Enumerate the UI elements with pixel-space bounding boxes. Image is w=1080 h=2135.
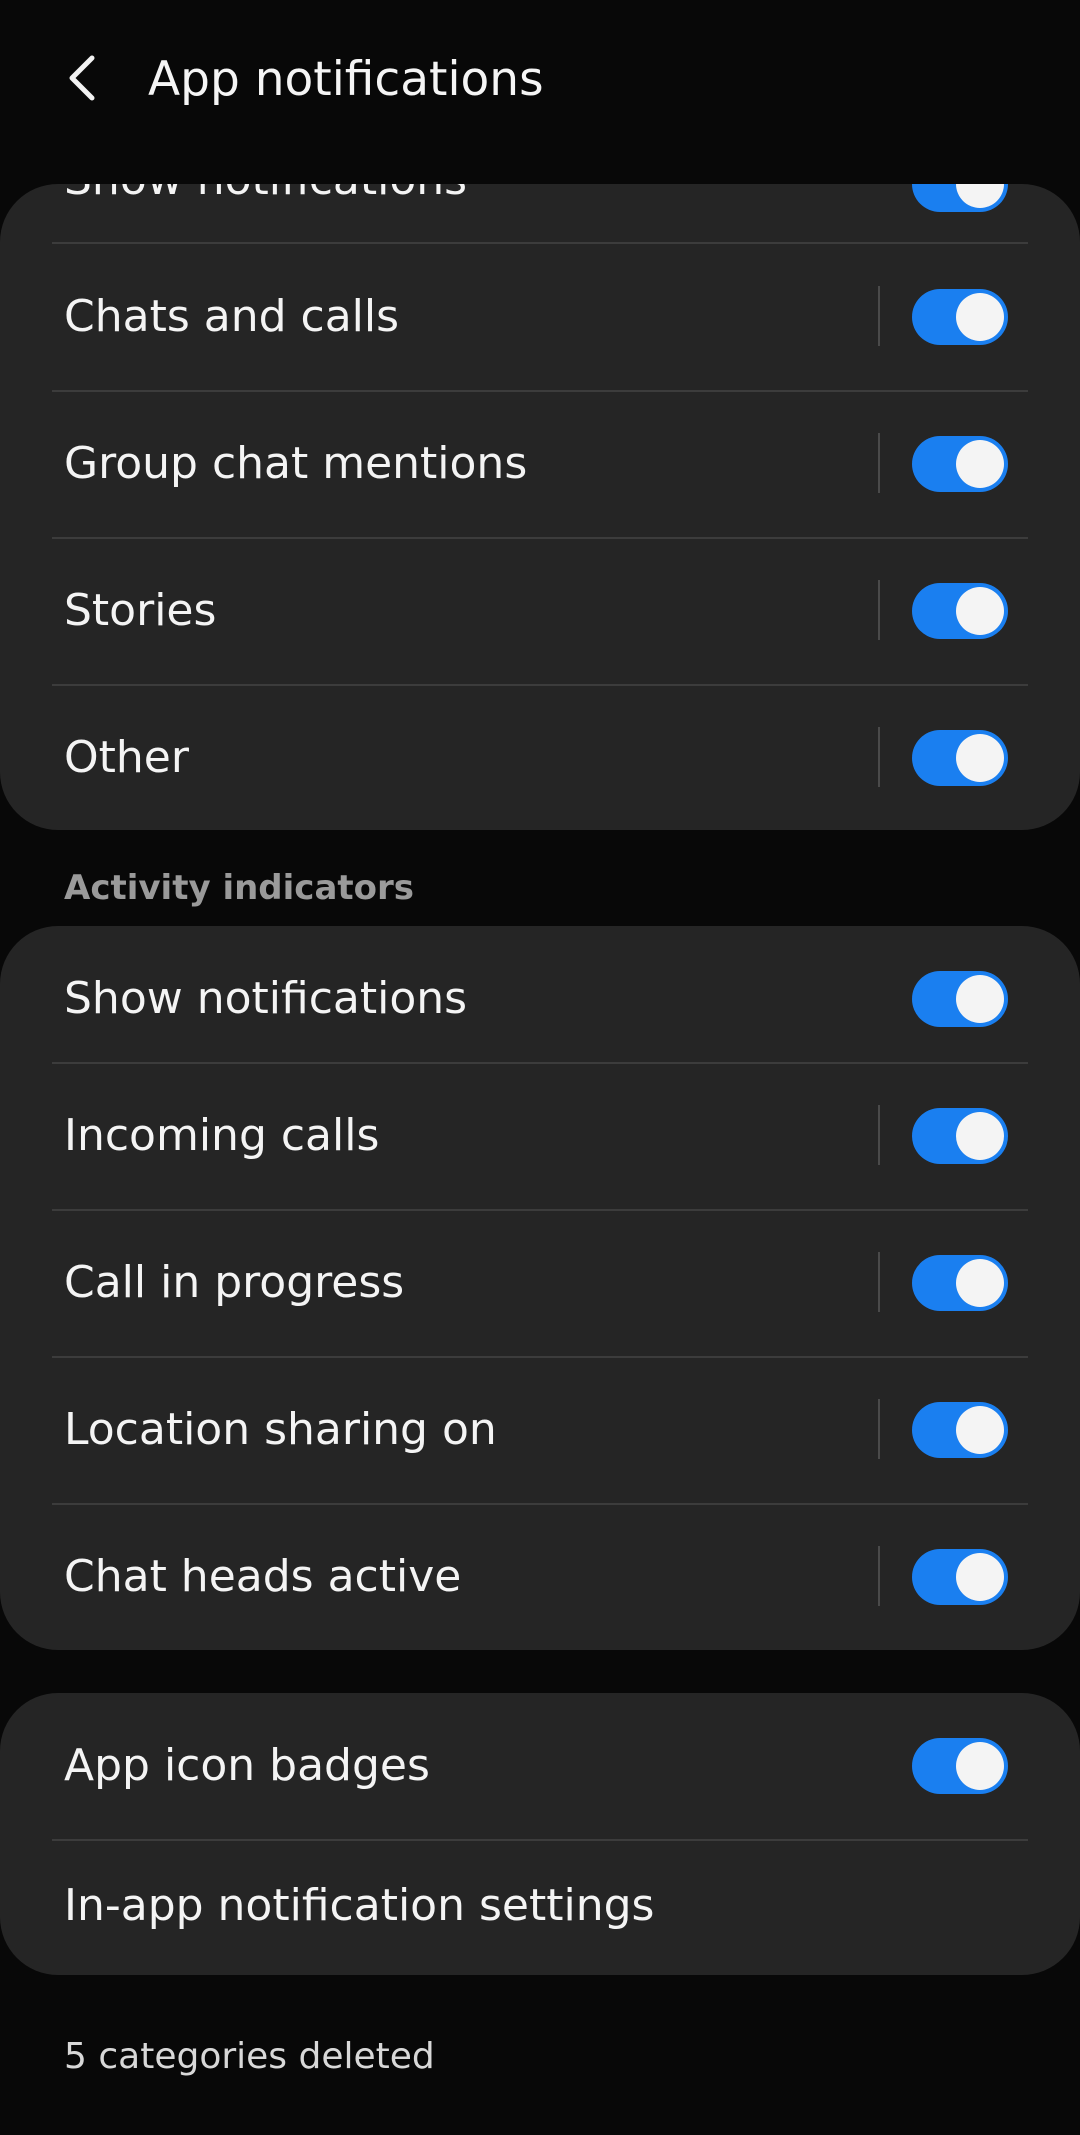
back-button[interactable] [46,36,118,120]
row-other[interactable]: Other [0,685,1080,830]
toggle-knob [956,1406,1004,1454]
toggle-knob [956,975,1004,1023]
vertical-separator [878,1546,880,1606]
app-icon-badges-toggle[interactable] [912,1738,1008,1794]
other-settings-card: App icon badges In-app notification sett… [0,1693,1080,1975]
incoming-calls-toggle[interactable] [912,1108,1008,1164]
toggle-knob [956,587,1004,635]
row-label: Stories [64,585,217,636]
show-notifications-toggle[interactable] [912,971,1008,1027]
row-app-icon-badges[interactable]: App icon badges [0,1693,1080,1839]
location-sharing-on-toggle[interactable] [912,1402,1008,1458]
vertical-separator [878,727,880,787]
section-header-activity-indicators: Activity indicators [64,868,415,908]
chat-heads-active-toggle[interactable] [912,1549,1008,1605]
row-call-in-progress[interactable]: Call in progress [0,1210,1080,1356]
row-label: Location sharing on [64,1404,497,1455]
categories-deleted-note[interactable]: 5 categories deleted [64,2032,435,2082]
row-label: App icon badges [64,1740,430,1791]
other-toggle[interactable] [912,730,1008,786]
chats-and-calls-toggle[interactable] [912,289,1008,345]
row-group-chat-mentions[interactable]: Group chat mentions [0,391,1080,537]
chevron-left-icon [69,55,95,101]
vertical-separator [878,1105,880,1165]
app-bar: App notifications [0,0,1080,160]
row-stories[interactable]: Stories [0,538,1080,684]
row-location-sharing-on[interactable]: Location sharing on [0,1357,1080,1503]
vertical-separator [878,433,880,493]
toggle-knob [956,440,1004,488]
group-chat-mentions-toggle[interactable] [912,436,1008,492]
row-label: Show notifications [64,973,468,1024]
row-label: Chats and calls [64,291,400,342]
row-in-app-notification-settings[interactable]: In-app notification settings [0,1833,1080,1975]
page-title: App notifications [148,52,544,107]
row-chats-and-calls[interactable]: Chats and calls [0,244,1080,390]
toggle-knob [956,734,1004,782]
toggle-knob [956,1112,1004,1160]
toggle-knob [956,1259,1004,1307]
show-notifications-label-partial: Show notifications [64,184,467,210]
vertical-separator [878,1252,880,1312]
row-show-notifications[interactable]: Show notifications [0,926,1080,1072]
toggle-knob [956,293,1004,341]
row-label: Chat heads active [64,1551,462,1602]
row-incoming-calls[interactable]: Incoming calls [0,1063,1080,1209]
toggle-knob [956,1553,1004,1601]
vertical-separator [878,286,880,346]
activity-indicators-card: Show notifications Incoming calls Call i… [0,926,1080,1650]
call-in-progress-toggle[interactable] [912,1255,1008,1311]
vertical-separator [878,1399,880,1459]
row-label: In-app notification settings [64,1880,655,1931]
row-label: Group chat mentions [64,438,528,489]
vertical-separator [878,580,880,640]
stories-toggle[interactable] [912,583,1008,639]
row-chat-heads-active[interactable]: Chat heads active [0,1504,1080,1650]
notification-categories-card: Show notifications Chats and calls Group… [0,184,1080,830]
row-label: Call in progress [64,1257,405,1308]
toggle-knob [956,1742,1004,1790]
row-label: Other [64,732,189,783]
row-label: Incoming calls [64,1110,380,1161]
show-notifications-toggle-partial[interactable] [912,184,1008,212]
